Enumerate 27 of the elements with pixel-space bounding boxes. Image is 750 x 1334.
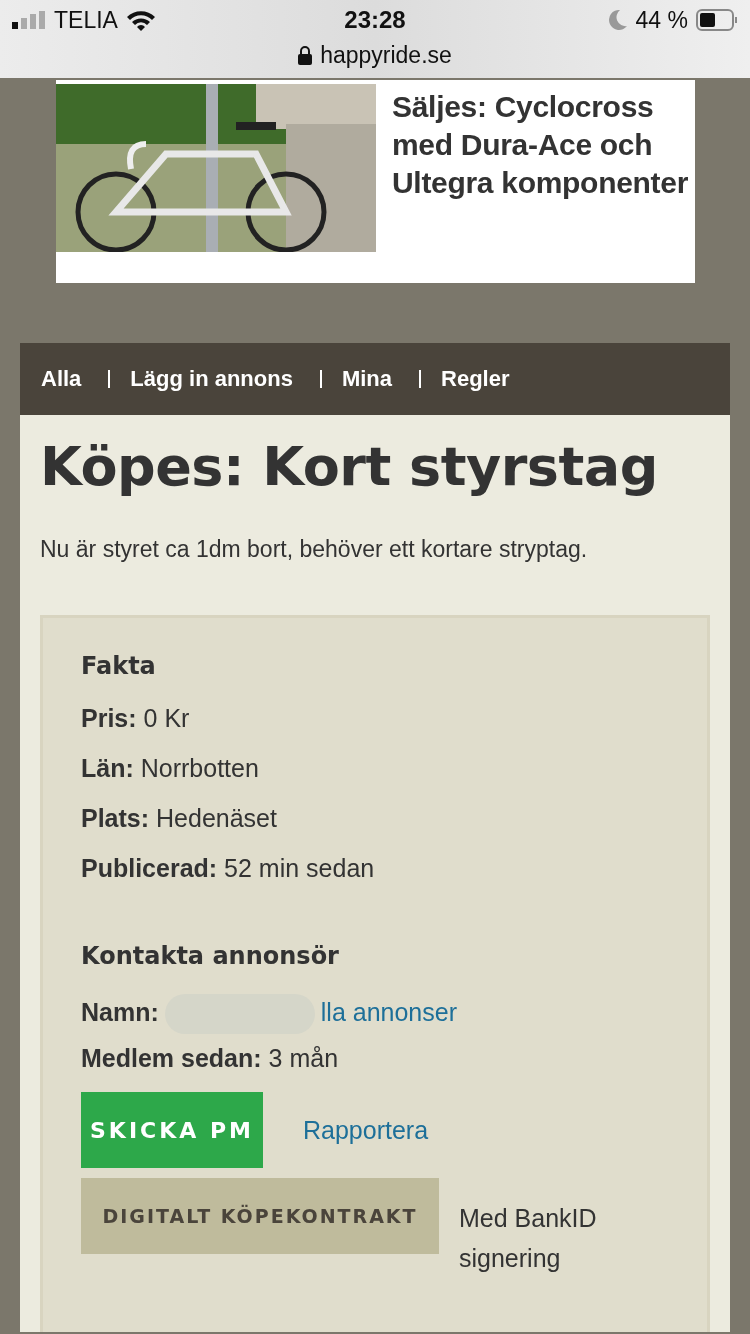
fact-row-text: Län: Norrbotten bbox=[81, 754, 260, 784]
section-heading: Fakta bbox=[81, 652, 157, 680]
wifi-icon bbox=[125, 9, 156, 31]
fact-row-text: Pris: 0 Kr bbox=[81, 704, 191, 734]
carrier-name: TELIA bbox=[54, 6, 118, 34]
battery-percent: 44 % bbox=[635, 6, 688, 34]
listing-title: Köpes: Kort styrstag bbox=[40, 435, 659, 498]
listing-description: Nu är styret ca 1dm bort, behöver ett kortare stryptag. bbox=[40, 536, 589, 563]
moon-icon bbox=[607, 9, 628, 31]
battery-icon bbox=[696, 9, 738, 31]
nav-link[interactable]: Alla bbox=[41, 366, 82, 392]
report-link[interactable]: Rapportera bbox=[303, 1115, 429, 1145]
field-label: Namn: bbox=[81, 997, 159, 1026]
fact-row-text: Medlem sedan: 3 mån bbox=[81, 1044, 340, 1074]
page-url[interactable]: happyride.se bbox=[320, 41, 452, 69]
signal-icon bbox=[12, 11, 46, 29]
bankid-note: Med BankID signering bbox=[459, 1203, 598, 1274]
ads-link[interactable]: lla annonser bbox=[320, 997, 457, 1026]
lock-icon bbox=[298, 45, 313, 65]
nav-link[interactable]: Regler bbox=[441, 366, 510, 392]
fact-row-text: Plats: Hedenäset bbox=[81, 804, 278, 834]
nav-link[interactable]: Lägg in annons bbox=[130, 366, 293, 392]
section-heading: Kontakta annonsör bbox=[81, 942, 340, 970]
contract-button[interactable]: DIGITALT KÖPEKONTRAKT bbox=[81, 1178, 439, 1254]
clock-time: 23:28 bbox=[344, 6, 406, 34]
fact-row-text: Publicerad: 52 min sedan bbox=[81, 854, 376, 884]
nav-link[interactable]: Mina bbox=[341, 366, 393, 392]
